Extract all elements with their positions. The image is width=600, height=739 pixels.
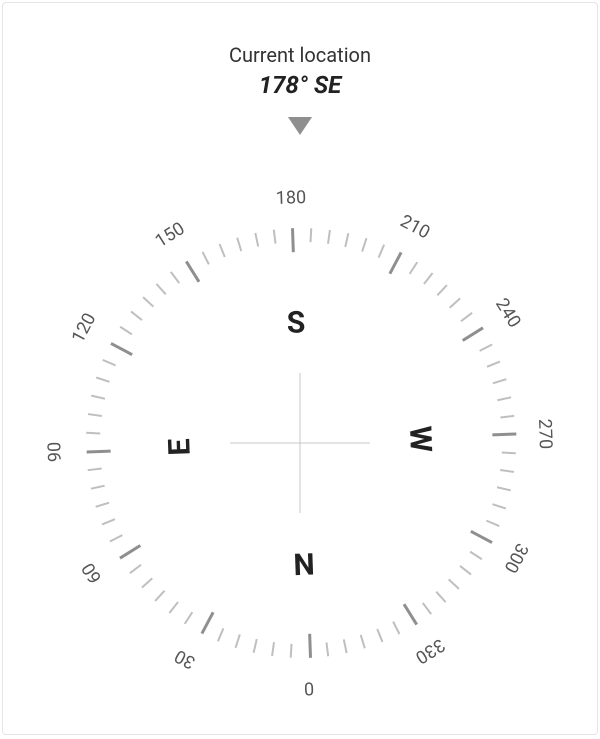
tick-major <box>389 252 403 275</box>
tick-major <box>403 603 418 625</box>
tick-major <box>308 634 312 658</box>
tick-minor <box>378 244 385 258</box>
cardinal-S: S <box>286 305 306 341</box>
tick-minor <box>422 602 432 614</box>
tick-minor <box>254 233 259 247</box>
tick-minor <box>376 629 383 643</box>
tick-minor <box>129 564 141 574</box>
tick-major <box>87 450 111 454</box>
tick-minor <box>361 238 367 252</box>
tick-minor <box>460 312 472 322</box>
tick-minor <box>493 378 507 384</box>
tick-minor <box>202 251 210 264</box>
tick-minor <box>290 644 293 658</box>
tick-minor <box>327 230 331 244</box>
tick-minor <box>156 283 167 295</box>
tick-minor <box>236 237 242 251</box>
tick-minor <box>360 635 366 649</box>
tick-minor <box>344 233 349 247</box>
tick-major <box>110 342 133 356</box>
degree-label-300: 300 <box>500 540 533 577</box>
tick-minor <box>88 467 102 471</box>
tick-minor <box>500 415 514 419</box>
needle-vertical <box>300 373 301 513</box>
tick-minor <box>449 298 461 309</box>
tick-minor <box>102 359 116 366</box>
tick-minor <box>423 272 433 284</box>
tick-minor <box>497 396 511 401</box>
tick-minor <box>325 642 329 656</box>
tick-minor <box>492 503 506 509</box>
tick-minor <box>235 634 241 648</box>
tick-major <box>470 530 493 544</box>
tick-minor <box>253 639 258 653</box>
heading-indicator: Current location 178° SE <box>3 43 597 135</box>
degree-label-240: 240 <box>491 295 525 332</box>
tick-major <box>462 327 484 342</box>
tick-minor <box>435 591 446 603</box>
bearing-value: 178° SE <box>3 71 597 99</box>
tick-minor <box>459 565 471 575</box>
tick-minor <box>343 639 348 653</box>
tick-minor <box>154 590 165 602</box>
tick-minor <box>437 284 448 296</box>
tick-minor <box>497 486 511 491</box>
tick-minor <box>502 452 516 455</box>
tick-minor <box>170 271 180 283</box>
degree-label-60: 60 <box>78 559 107 587</box>
tick-minor <box>273 230 277 244</box>
tick-minor <box>409 262 418 275</box>
tick-minor <box>219 244 226 258</box>
cardinal-N: N <box>293 545 315 581</box>
tick-minor <box>271 642 275 656</box>
tick-minor <box>392 621 400 634</box>
degree-label-180: 180 <box>276 187 307 209</box>
degree-label-210: 210 <box>397 210 434 243</box>
cardinal-E: E <box>162 438 198 456</box>
tick-major <box>201 612 215 635</box>
tick-minor <box>130 311 142 321</box>
degree-label-120: 120 <box>67 310 100 347</box>
tick-minor <box>102 518 116 525</box>
tick-minor <box>479 344 492 352</box>
indicator-triangle-icon <box>288 117 312 135</box>
tick-minor <box>217 628 224 642</box>
location-label: Current location <box>3 43 597 67</box>
tick-minor <box>96 377 110 383</box>
tick-minor <box>91 485 105 490</box>
tick-minor <box>141 577 153 588</box>
tick-minor <box>95 502 109 508</box>
compass-dial[interactable]: 0 30 60 90 120 150 180 210 240 270 300 330 N E S W <box>40 183 560 703</box>
tick-minor <box>470 551 483 560</box>
tick-major <box>185 261 200 283</box>
tick-minor <box>109 534 122 542</box>
degree-label-30: 30 <box>171 645 199 673</box>
tick-minor <box>310 228 313 242</box>
degree-label-90: 90 <box>44 441 66 462</box>
tick-minor <box>142 296 154 307</box>
tick-minor <box>487 361 501 368</box>
tick-minor <box>120 326 133 335</box>
tick-major <box>291 228 295 252</box>
degree-label-330: 330 <box>411 634 448 668</box>
cardinal-W: W <box>402 425 438 452</box>
degree-label-270: 270 <box>534 419 556 450</box>
tick-minor <box>448 579 460 590</box>
tick-minor <box>486 520 500 527</box>
tick-minor <box>91 395 105 400</box>
degree-label-0: 0 <box>303 677 314 698</box>
compass-card: Current location 178° SE 0 30 60 90 120 150 18… <box>2 2 598 735</box>
degree-label-150: 150 <box>152 218 189 252</box>
tick-minor <box>500 469 514 473</box>
tick-major <box>492 432 516 436</box>
tick-major <box>119 544 141 559</box>
tick-minor <box>88 413 102 417</box>
tick-minor <box>86 432 100 435</box>
tick-minor <box>169 601 179 613</box>
tick-minor <box>184 612 193 625</box>
